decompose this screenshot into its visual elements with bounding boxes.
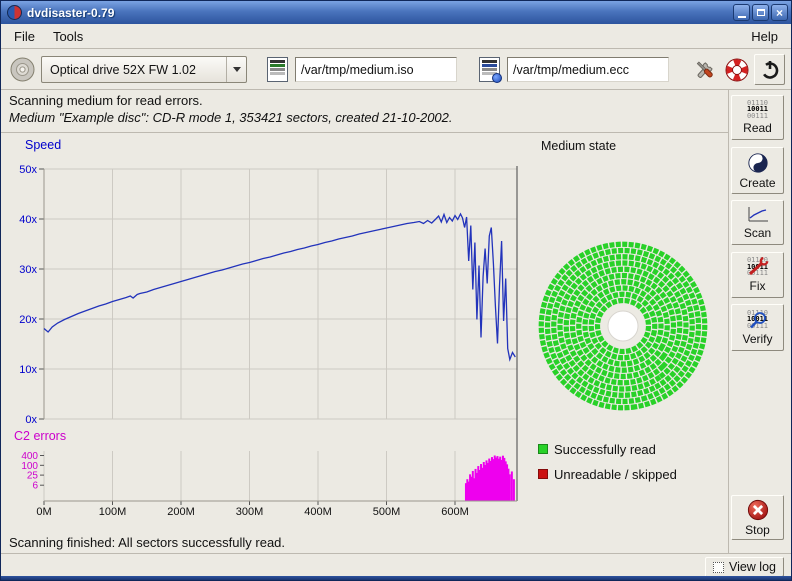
svg-text:40x: 40x — [19, 214, 37, 226]
scan-status-line: Scanning medium for read errors. — [9, 93, 203, 108]
icon-detail — [270, 60, 285, 63]
magnifier-icon — [746, 310, 770, 330]
icon-detail — [270, 72, 285, 75]
legend-bad-swatch — [538, 469, 548, 479]
icon-detail — [482, 64, 497, 67]
iso-file-icon — [267, 57, 288, 82]
titlebar[interactable]: dvdisaster-0.79 × — [1, 1, 791, 24]
statusbar: View log — [1, 553, 791, 578]
read-button[interactable]: 01110 10011 00111 Read — [731, 95, 784, 140]
legend-bad-label: Unreadable / skipped — [554, 467, 677, 482]
svg-text:400M: 400M — [304, 506, 332, 518]
medium-state-disc — [534, 237, 712, 415]
ecc-file-icon — [479, 57, 500, 82]
power-icon — [759, 59, 781, 81]
verify-icon: 01110 10011 00111 — [746, 310, 770, 330]
verify-button-label: Verify — [742, 332, 772, 346]
menu-help[interactable]: Help — [742, 26, 787, 47]
log-icon — [713, 562, 724, 573]
close-icon: × — [776, 6, 783, 20]
ecc-badge-icon — [492, 73, 502, 83]
legend-ok-swatch — [538, 444, 548, 454]
drive-icon — [9, 56, 36, 86]
window-frame-bottom — [1, 576, 791, 580]
scan-chart-icon — [746, 206, 770, 224]
create-button-label: Create — [739, 176, 775, 190]
view-log-button[interactable]: View log — [705, 557, 784, 577]
fix-icon: 01110 10011 00111 — [746, 257, 770, 277]
svg-text:100M: 100M — [99, 506, 127, 518]
svg-text:6: 6 — [32, 481, 38, 492]
svg-text:50x: 50x — [19, 164, 37, 176]
stop-button[interactable]: Stop — [731, 495, 784, 540]
icon-detail — [270, 64, 285, 67]
verify-button[interactable]: 01110 10011 00111 Verify — [731, 304, 784, 351]
toolbar: Optical drive 52X FW 1.02 — [1, 49, 791, 90]
svg-text:200M: 200M — [167, 506, 195, 518]
fix-button[interactable]: 01110 10011 00111 Fix — [731, 252, 784, 298]
fix-button-label: Fix — [750, 279, 766, 293]
icon-detail — [482, 68, 497, 71]
svg-text:0x: 0x — [25, 414, 37, 426]
legend-ok-label: Successfully read — [554, 442, 656, 457]
drive-select-value: Optical drive 52X FW 1.02 — [42, 63, 226, 77]
maximize-button[interactable] — [752, 4, 769, 21]
app-window: dvdisaster-0.79 × File Tools Help Optica… — [0, 0, 792, 581]
chevron-down-icon[interactable] — [226, 57, 246, 82]
close-button[interactable]: × — [771, 4, 788, 21]
app-icon[interactable] — [7, 5, 22, 20]
wrench-icon — [692, 57, 718, 83]
create-button[interactable]: Create — [731, 147, 784, 194]
icon-detail — [270, 68, 285, 71]
stop-icon — [747, 499, 769, 521]
lifebuoy-icon — [724, 57, 750, 83]
finished-status-line: Scanning finished: All sectors successfu… — [9, 535, 285, 550]
medium-state-title: Medium state — [541, 139, 616, 153]
maximize-icon — [757, 9, 765, 16]
svg-text:10x: 10x — [19, 364, 37, 376]
ecc-path-input[interactable] — [507, 57, 669, 82]
read-button-label: Read — [743, 121, 772, 135]
separator — [728, 90, 729, 553]
menu-file[interactable]: File — [5, 26, 44, 47]
svg-text:0M: 0M — [36, 506, 51, 518]
svg-text:20x: 20x — [19, 314, 37, 326]
menu-tools[interactable]: Tools — [44, 26, 92, 47]
yin-yang-icon — [747, 152, 769, 174]
scan-button[interactable]: Scan — [731, 200, 784, 245]
preferences-button[interactable] — [689, 54, 720, 85]
help-button[interactable] — [721, 54, 752, 85]
svg-text:500M: 500M — [373, 506, 401, 518]
stop-button-label: Stop — [745, 523, 770, 537]
quit-button[interactable] — [754, 54, 785, 85]
red-wrench-icon — [746, 257, 770, 277]
minimize-button[interactable] — [733, 4, 750, 21]
icon-detail — [482, 60, 497, 63]
menubar: File Tools Help — [1, 24, 791, 49]
drive-select[interactable]: Optical drive 52X FW 1.02 — [41, 56, 247, 83]
binary-icon: 01110 10011 00111 — [747, 100, 768, 120]
svg-text:600M: 600M — [441, 506, 469, 518]
scan-button-label: Scan — [744, 226, 771, 240]
iso-path-input[interactable] — [295, 57, 457, 82]
window-title: dvdisaster-0.79 — [27, 6, 731, 20]
svg-text:30x: 30x — [19, 264, 37, 276]
view-log-label: View log — [729, 560, 776, 574]
medium-info-line: Medium "Example disc": CD-R mode 1, 3534… — [9, 110, 453, 125]
minimize-icon — [738, 16, 746, 18]
svg-text:300M: 300M — [236, 506, 264, 518]
